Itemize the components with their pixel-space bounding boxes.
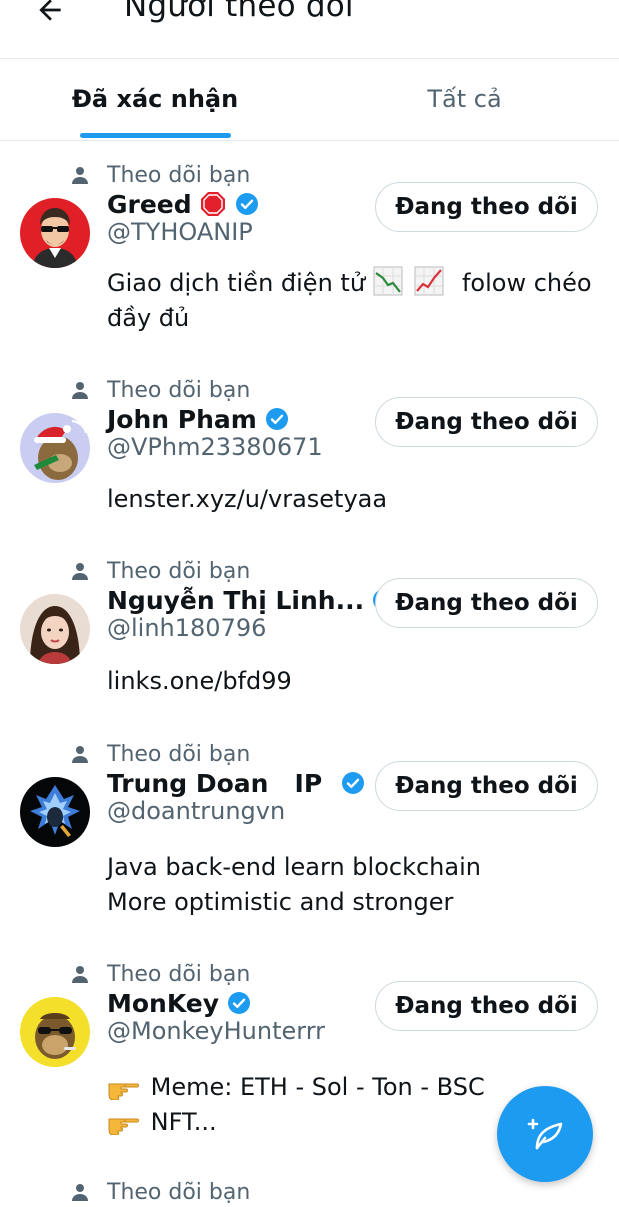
avatar[interactable] — [20, 777, 90, 847]
avatar[interactable] — [20, 594, 90, 664]
compose-tweet-icon — [527, 1118, 563, 1150]
bio-line: Giao dịch tiền điện tử folow chéo — [107, 266, 597, 301]
person-icon — [72, 1184, 88, 1201]
person-icon — [72, 382, 88, 399]
following-button[interactable]: Đang theo dõi — [375, 182, 598, 232]
chart-increasing-icon — [414, 266, 444, 296]
follows-you-row: Theo dõi bạn — [70, 1177, 250, 1207]
following-button[interactable]: Đang theo dõi — [375, 981, 598, 1031]
follows-you-label: Theo dõi bạn — [107, 162, 251, 188]
person-icon — [72, 563, 88, 580]
bio-line: lenster.xyz/u/vrasetyaa — [107, 485, 388, 513]
avatar[interactable] — [20, 997, 90, 1067]
bio-line: More optimistic and stronger — [107, 888, 454, 916]
following-button[interactable]: Đang theo dõi — [375, 761, 598, 811]
user-bio: Java back-end learn blockchain More opti… — [107, 850, 597, 920]
following-button[interactable]: Đang theo dõi — [375, 578, 598, 628]
bio-line: links.one/bfd99 — [107, 667, 292, 695]
verified-badge-icon — [228, 992, 251, 1014]
verified-badge-icon — [342, 772, 365, 794]
user-bio: lenster.xyz/u/vrasetyaa — [107, 482, 597, 517]
avatar[interactable] — [20, 413, 90, 483]
tab-bar: Đã xác nhận Tất cả — [0, 58, 619, 141]
verified-badge-icon — [235, 193, 258, 215]
page-title: Người theo dõi — [124, 0, 354, 24]
user-handle: @VPhm23380671 — [107, 433, 323, 461]
user-bio: links.one/bfd99 — [107, 664, 597, 699]
avatar[interactable] — [20, 198, 90, 268]
person-icon — [72, 966, 88, 983]
bio-line: Java back-end learn blockchain — [107, 853, 481, 881]
chart-decreasing-icon — [373, 266, 403, 296]
back-button[interactable] — [28, 0, 72, 32]
tab-all[interactable]: Tất cả — [310, 58, 619, 140]
user-name[interactable]: John Pham — [107, 405, 257, 434]
user-name[interactable]: Nguyễn Thị Linh... — [107, 586, 364, 615]
following-button[interactable]: Đang theo dõi — [375, 397, 598, 447]
follows-you-label: Theo dõi bạn — [107, 377, 251, 403]
user-handle: @doantrungvn — [107, 797, 286, 825]
user-handle: @MonkeyHunterrr — [107, 1017, 326, 1045]
user-name[interactable]: Greed — [107, 190, 192, 219]
user-name[interactable]: MonKey — [107, 989, 219, 1018]
verified-badge-icon — [265, 408, 288, 430]
pointing-hand-icon — [108, 1083, 139, 1100]
tab-verified[interactable]: Đã xác nhận — [0, 58, 310, 140]
user-handle: @linh180796 — [107, 614, 267, 642]
compose-button[interactable] — [497, 1086, 593, 1182]
person-icon — [72, 746, 88, 763]
stop-sign-icon — [200, 192, 225, 216]
follows-you-label: Theo dõi bạn — [107, 961, 251, 987]
active-tab-indicator — [80, 133, 231, 138]
bio-line: đầy đủ — [107, 304, 190, 332]
follows-you-label: Theo dõi bạn — [107, 741, 251, 767]
pointing-hand-icon — [108, 1118, 139, 1135]
user-handle: @TYHOANIP — [107, 218, 253, 246]
user-name[interactable]: Trung Doan IP — [107, 769, 322, 798]
top-app-bar: Người theo dõi — [0, 0, 619, 59]
arrow-left-icon — [39, 0, 61, 21]
person-icon — [72, 167, 88, 184]
follows-you-label: Theo dõi bạn — [107, 1179, 251, 1205]
user-bio: Giao dịch tiền điện tử folow chéo đầy đủ — [107, 266, 597, 336]
follows-you-label: Theo dõi bạn — [107, 558, 251, 584]
